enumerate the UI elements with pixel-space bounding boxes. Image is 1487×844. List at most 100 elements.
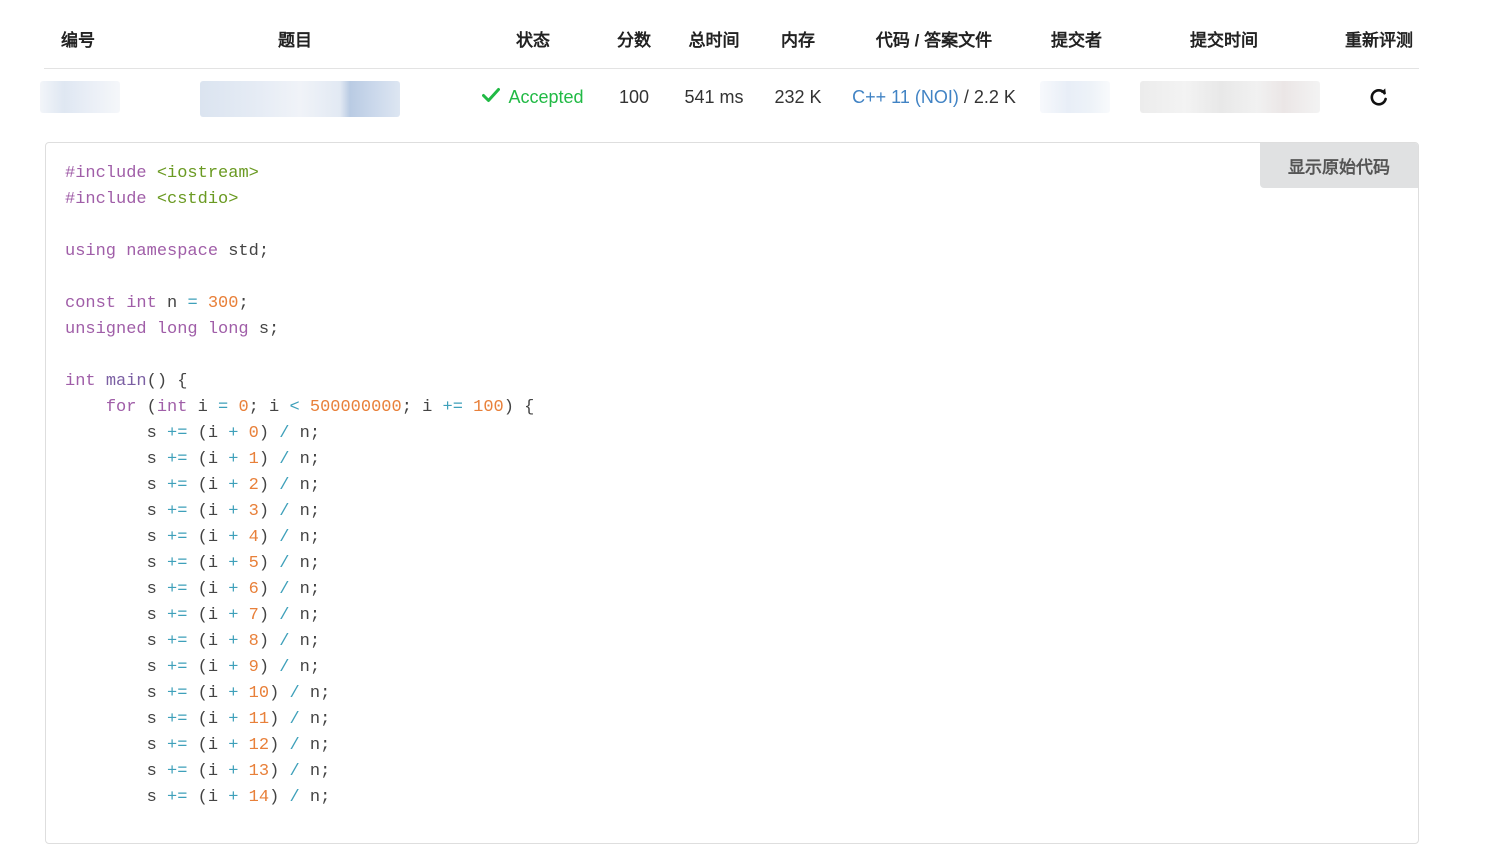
code-token: + (228, 710, 239, 729)
header-memory[interactable]: 内存 (764, 4, 832, 72)
code-token: s (65, 736, 168, 755)
code-line: s += (i + 12) / n; (65, 733, 1418, 759)
code-token: 500000000 (309, 398, 402, 417)
table-row: Accepted 100 541 ms 232 K C++ 11 (NOI) /… (40, 69, 1419, 125)
code-token: s (65, 710, 168, 729)
code-token: (i (187, 710, 229, 729)
redacted-problem-title[interactable] (200, 81, 400, 117)
code-token: (i (187, 476, 229, 495)
status-accepted[interactable]: Accepted (482, 86, 584, 108)
code-token: (i (187, 684, 229, 703)
code-token: (i (187, 632, 229, 651)
show-raw-code-button[interactable]: 显示原始代码 (1260, 143, 1418, 188)
code-token: ) (258, 450, 280, 469)
code-token: n; (289, 554, 321, 573)
code-token: s (65, 502, 168, 521)
code-token: <cstdio> (156, 190, 239, 209)
code-token: += (167, 736, 188, 755)
language-link[interactable]: C++ 11 (NOI) (852, 87, 959, 108)
header-title[interactable]: 题目 (112, 4, 478, 72)
code-token: n; (289, 528, 321, 547)
code-token: n; (299, 736, 331, 755)
code-line: s += (i + 1) / n; (65, 447, 1418, 473)
code-token: 5 (248, 554, 259, 573)
code-token: 0 (248, 424, 259, 443)
redacted-submission-id[interactable] (40, 81, 120, 113)
code-token: 9 (248, 658, 259, 677)
code-token: 6 (248, 580, 259, 599)
header-score[interactable]: 分数 (604, 4, 664, 72)
header-submitter[interactable]: 提交者 (1034, 4, 1119, 72)
code-token: 14 (248, 788, 270, 807)
code-token: #include (65, 164, 157, 183)
header-status[interactable]: 状态 (478, 4, 588, 72)
code-line: s += (i + 4) / n; (65, 525, 1418, 551)
code-token: s (65, 632, 168, 651)
refresh-icon[interactable] (1369, 87, 1389, 107)
code-token: += (167, 710, 188, 729)
code-line: #include <iostream> (65, 161, 1418, 187)
code-token: / (279, 632, 290, 651)
code-line: s += (i + 0) / n; (65, 421, 1418, 447)
code-token: n; (289, 476, 321, 495)
code-token: + (228, 606, 239, 625)
redacted-submitter[interactable] (1040, 81, 1110, 113)
code-viewer: 显示原始代码 #include <iostream> #include <cstd… (45, 142, 1419, 844)
header-time[interactable]: 总时间 (674, 4, 754, 72)
code-token: ( (146, 398, 157, 417)
code-token: int (156, 398, 198, 417)
code-token: ) (269, 684, 290, 703)
code-token: n; (299, 710, 331, 729)
code-token: n (167, 294, 188, 313)
code-token: n; (299, 762, 331, 781)
code-token: < (289, 398, 300, 417)
header-code[interactable]: 代码 / 答案文件 (844, 4, 1024, 72)
code-token: 11 (248, 710, 270, 729)
code-token: 13 (248, 762, 270, 781)
code-token: + (228, 632, 239, 651)
code-token: + (228, 736, 239, 755)
code-token: ) (258, 476, 280, 495)
code-token: / (279, 502, 290, 521)
code-token: #include (65, 190, 157, 209)
code-token: (i (187, 606, 229, 625)
code-token: (i (187, 580, 229, 599)
code-token: ) { (503, 398, 535, 417)
code-token: += (167, 502, 188, 521)
submission-table: 编号 题目 状态 分数 总时间 内存 代码 / 答案文件 提交者 提交时间 重新… (40, 0, 1419, 125)
code-token: ) (258, 580, 280, 599)
code-token: 300 (207, 294, 239, 313)
table-header-row: 编号 题目 状态 分数 总时间 内存 代码 / 答案文件 提交者 提交时间 重新… (44, 0, 1419, 69)
code-token: / (289, 762, 300, 781)
code-token: ) (269, 710, 290, 729)
source-code: #include <iostream> #include <cstdio> usi… (46, 143, 1418, 811)
status-label: Accepted (508, 86, 584, 107)
code-token: / (289, 788, 300, 807)
code-token: ) (269, 736, 290, 755)
code-token: += (442, 398, 463, 417)
code-token: + (228, 450, 239, 469)
code-token: / (279, 554, 290, 573)
code-token: + (228, 580, 239, 599)
code-line: const int n = 300; (65, 291, 1418, 317)
code-token: i (197, 398, 219, 417)
code-token: (i (187, 502, 229, 521)
code-token: + (228, 554, 239, 573)
code-token: main (105, 372, 147, 391)
code-token: += (167, 684, 188, 703)
header-submit-time[interactable]: 提交时间 (1134, 4, 1314, 72)
code-token: std; (228, 242, 270, 261)
header-id[interactable]: 编号 (44, 4, 112, 72)
code-line: for (int i = 0; i < 500000000; i += 100)… (65, 395, 1418, 421)
code-token: += (167, 788, 188, 807)
code-token: 1 (248, 450, 259, 469)
code-token: for (105, 398, 147, 417)
